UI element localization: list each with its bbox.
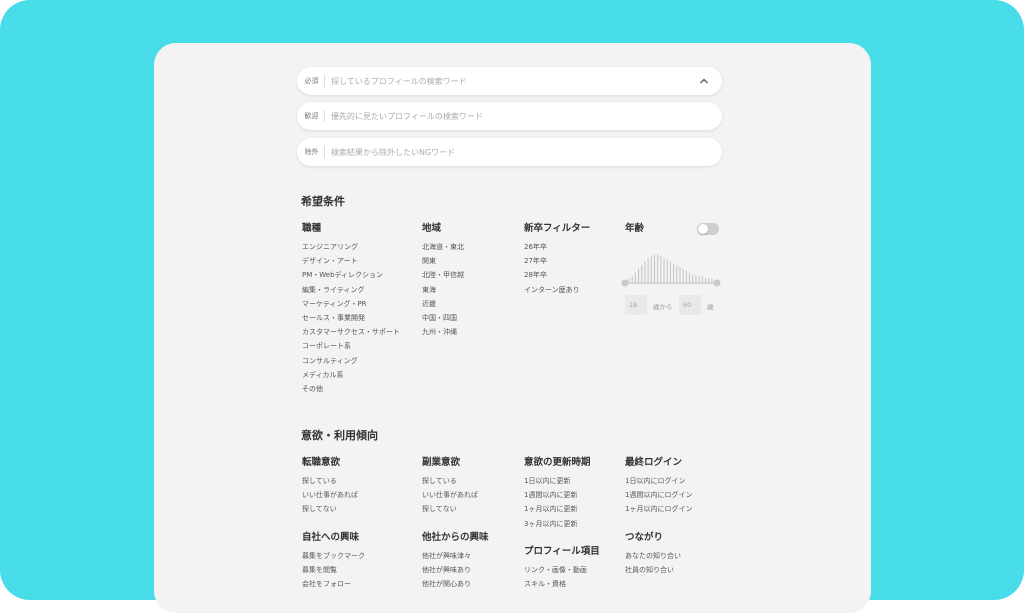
age-max-input[interactable]: 60 [679,295,701,315]
newgrad-title: 新卒フィルター [524,223,591,234]
login-option[interactable]: 1日以内にログイン [625,477,692,491]
interest-filter: 自社への興味 募集をブックマーク 募集を閲覧 会社をフォロー [302,532,365,595]
region-option[interactable]: 中国・四国 [422,314,464,328]
region-option[interactable]: 近畿 [422,300,464,314]
updated-filter: 意欲の更新時期 1日以内に更新 1週間以内に更新 1ヶ月以内に更新 3ヶ月以内に更新 [524,457,591,534]
job-option[interactable]: セールス・事業開発 [302,314,400,328]
interest-option[interactable]: 募集をブックマーク [302,552,365,566]
updated-option[interactable]: 3ヶ月以内に更新 [524,520,591,534]
others-option[interactable]: 他社が興味津々 [422,552,489,566]
age-toggle[interactable] [697,223,719,235]
preferred-keyword-field[interactable]: 歓迎 優先的に見たいプロフィールの検索ワード [297,102,722,130]
others-option[interactable]: 他社が興味あり [422,566,489,580]
connect-filter: つながり あなたの知り合い 社員の知り合い [625,532,681,580]
chevron-up-icon[interactable] [694,71,714,91]
interest-option[interactable]: 募集を閲覧 [302,566,365,580]
job-title: 職種 [302,223,322,234]
region-option[interactable]: 北海道・東北 [422,243,464,257]
connect-option[interactable]: あなたの知り合い [625,552,681,566]
others-filter: 他社からの興味 他社が興味津々 他社が興味あり 他社が関心あり [422,532,489,595]
profile-option[interactable]: スキル・資格 [524,580,600,594]
region-option[interactable]: 北陸・甲信越 [422,271,464,285]
region-filter: 地域 北海道・東北 関東 北陸・甲信越 東海 近畿 中国・四国 九州・沖縄 [422,223,464,342]
side-option[interactable]: 探してない [422,505,478,519]
side-filter: 副業意欲 探している いい仕事があれば 探してない [422,457,478,520]
region-option[interactable]: 東海 [422,286,464,300]
updated-option[interactable]: 1週間以内に更新 [524,491,591,505]
age-filter: 年齢 [625,223,644,243]
change-title: 転職意欲 [302,457,341,468]
newgrad-option[interactable]: 27年卒 [524,257,590,271]
exclude-keyword-field[interactable]: 除外 検索結果から除外したいNGワード [297,138,722,166]
job-option[interactable]: コーポレート系 [302,342,400,356]
preferred-tag: 歓迎 [299,110,325,122]
toggle-knob [698,224,708,234]
exclude-tag: 除外 [299,146,325,158]
change-option[interactable]: いい仕事があれば [302,491,358,505]
motivation-heading: 意欲・利用傾向 [301,429,378,442]
change-option[interactable]: 探してない [302,505,358,519]
updated-option[interactable]: 1日以内に更新 [524,477,591,491]
conditions-heading: 希望条件 [301,195,345,208]
side-title: 副業意欲 [422,457,461,468]
job-option[interactable]: 編集・ライティング [302,286,400,300]
updated-title: 意欲の更新時期 [524,457,591,468]
job-option[interactable]: カスタマーサクセス・サポート [302,328,400,342]
connect-option[interactable]: 社員の知り合い [625,566,681,580]
region-option[interactable]: 関東 [422,257,464,271]
required-keyword-placeholder: 探しているプロフィールの検索ワード [331,76,467,86]
login-option[interactable]: 1ヶ月以内にログイン [625,505,692,519]
search-panel: 必須 探しているプロフィールの検索ワード 歓迎 優先的に見たいプロフィールの検索… [154,43,871,613]
slider-min-handle[interactable] [621,279,629,287]
login-filter: 最終ログイン 1日以内にログイン 1週間以内にログイン 1ヶ月以内にログイン [625,457,692,520]
side-option[interactable]: いい仕事があれば [422,491,478,505]
newgrad-option[interactable]: インターン歴あり [524,286,590,300]
required-keyword-field[interactable]: 必須 探しているプロフィールの検索ワード [297,67,722,95]
age-histogram-slider[interactable] [621,249,721,289]
required-tag: 必須 [299,75,325,87]
job-option[interactable]: エンジニアリング [302,243,400,257]
updated-option[interactable]: 1ヶ月以内に更新 [524,505,591,519]
interest-title: 自社への興味 [302,532,360,543]
age-title: 年齢 [625,223,645,234]
job-option[interactable]: マーケティング・PR [302,300,400,314]
background: 必須 探しているプロフィールの検索ワード 歓迎 優先的に見たいプロフィールの検索… [0,0,1024,613]
region-option[interactable]: 九州・沖縄 [422,328,464,342]
region-title: 地域 [422,223,442,234]
profile-filter: プロフィール項目 リンク・画像・動画 スキル・資格 [524,546,600,594]
job-option[interactable]: デザイン・アート [302,257,400,271]
job-option[interactable]: コンサルティング [302,357,400,371]
change-option[interactable]: 探している [302,477,358,491]
profile-option[interactable]: リンク・画像・動画 [524,566,600,580]
age-from-label: 歳から [653,303,673,311]
preferred-keyword-placeholder: 優先的に見たいプロフィールの検索ワード [331,111,483,121]
change-filter: 転職意欲 探している いい仕事があれば 探してない [302,457,358,520]
job-option[interactable]: その他 [302,385,400,399]
age-min-input[interactable]: 18 [625,295,647,315]
login-option[interactable]: 1週間以内にログイン [625,491,692,505]
newgrad-option[interactable]: 28年卒 [524,271,590,285]
newgrad-option[interactable]: 26年卒 [524,243,590,257]
side-option[interactable]: 探している [422,477,478,491]
slider-max-handle[interactable] [713,279,721,287]
profile-title: プロフィール項目 [524,546,600,557]
others-title: 他社からの興味 [422,532,489,543]
age-unit-label: 歳 [707,303,714,311]
login-title: 最終ログイン [625,457,683,468]
exclude-keyword-placeholder: 検索結果から除外したいNGワード [331,147,456,157]
newgrad-filter: 新卒フィルター 26年卒 27年卒 28年卒 インターン歴あり [524,223,590,300]
job-filter: 職種 エンジニアリング デザイン・アート PM・Webディレクション 編集・ライティン… [302,223,400,399]
interest-option[interactable]: 会社をフォロー [302,580,365,594]
connect-title: つながり [625,532,664,543]
others-option[interactable]: 他社が関心あり [422,580,489,594]
job-option[interactable]: PM・Webディレクション [302,271,400,285]
job-option[interactable]: メディカル系 [302,371,400,385]
